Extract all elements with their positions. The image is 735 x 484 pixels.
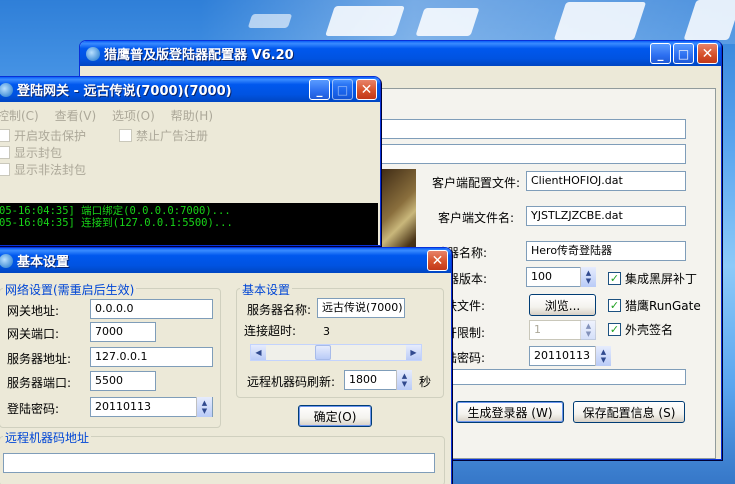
top-field-2[interactable] <box>380 144 686 164</box>
slider-thumb[interactable] <box>315 345 331 360</box>
menu-help[interactable]: 帮助(H) <box>171 109 213 123</box>
open-limit-spinner[interactable]: ▲ ▼ <box>580 320 596 340</box>
refresh-spinner[interactable]: ▲ ▼ <box>396 370 412 390</box>
server-address-input[interactable]: 127.0.0.1 <box>90 347 213 367</box>
slider-left-arrow[interactable]: ◀ <box>251 345 266 360</box>
top-field-1[interactable] <box>380 119 686 139</box>
maximize-button[interactable]: □ <box>332 79 353 100</box>
password-spinner[interactable]: ▲ ▼ <box>595 346 611 366</box>
gateway-titlebar[interactable]: 登陆网关 - 远古传说(7000)(7000) _ □ ✕ <box>0 77 380 102</box>
client-config-file-input[interactable]: ClientHOFIOJ.dat <box>526 171 686 191</box>
gateway-log: 05-16:04:35] 端口绑定(0.0.0.0:7000)... 05-16… <box>0 203 378 245</box>
menu-view[interactable]: 查看(V) <box>55 109 97 123</box>
login-password-input[interactable]: 20110113 <box>90 397 213 417</box>
password-spinner[interactable]: ▲ ▼ <box>196 397 212 417</box>
gateway-address-input[interactable]: 0.0.0.0 <box>90 299 213 319</box>
save-config-button[interactable]: 保存配置信息 (S) <box>573 401 685 423</box>
configurator-title: 猎鹰普及版登陆器配置器 V6.20 <box>104 48 294 63</box>
browse-button[interactable]: 浏览... <box>529 294 596 316</box>
refresh-unit: 秒 <box>419 375 432 389</box>
server-name-label: 服务器名称: <box>247 303 312 317</box>
server-address-label: 服务器地址: <box>7 352 72 366</box>
remote-machine-code-input[interactable] <box>3 453 435 473</box>
desktop-logo-shape <box>553 2 647 40</box>
network-settings-title: 网络设置(需重启后生效) <box>3 281 137 298</box>
server-port-label: 服务器端口: <box>7 376 72 390</box>
falcon-rungate-checkbox[interactable]: ✓ 猎鹰RunGate <box>608 297 701 314</box>
timeout-label: 连接超时: <box>244 324 297 338</box>
menu-options[interactable]: 选项(O) <box>112 109 155 123</box>
black-screen-patch-checkbox[interactable]: ✓ 集成黑屏补丁 <box>608 270 697 287</box>
settings-title: 基本设置 <box>17 255 70 270</box>
falcon-app-icon <box>0 82 13 97</box>
block-ads-checkbox[interactable]: 禁止广告注册 <box>119 127 208 144</box>
remote-machine-code-title: 远程机器码地址 <box>3 429 92 446</box>
falcon-app-icon <box>86 46 100 61</box>
client-config-file-label: 客户端配置文件: <box>432 176 521 190</box>
client-file-name-input[interactable]: YJSTLZJZCBE.dat <box>526 206 686 226</box>
launcher-name-input[interactable]: Hero传奇登陆器 <box>526 241 686 261</box>
login-password-label: 登陆密码: <box>7 402 60 416</box>
configurator-titlebar[interactable]: 猎鹰普及版登陆器配置器 V6.20 _ □ ✕ <box>80 41 721 66</box>
menu-control[interactable]: 控制(C) <box>0 109 39 123</box>
minimize-button[interactable]: _ <box>309 79 330 100</box>
gateway-window: 登陆网关 - 远古传说(7000)(7000) _ □ ✕ 控制(C) 查看(V… <box>0 76 381 246</box>
check-icon: ✓ <box>608 272 621 285</box>
settings-titlebar[interactable]: 基本设置 ✕ <box>0 248 451 273</box>
generate-launcher-button[interactable]: 生成登录器 (W) <box>456 401 564 423</box>
desktop-logo-shape <box>325 6 405 36</box>
close-button[interactable]: ✕ <box>356 79 377 100</box>
refresh-label: 远程机器码刷新: <box>247 375 336 389</box>
close-button[interactable]: ✕ <box>427 250 448 271</box>
settings-dialog: 基本设置 ✕ 网络设置(需重启后生效) 网关地址: 0.0.0.0 网关端口: … <box>0 247 452 484</box>
gateway-address-label: 网关地址: <box>7 304 60 318</box>
log-line: 05-16:04:35] 连接到(127.0.0.1:5500)... <box>0 217 233 229</box>
close-button[interactable]: ✕ <box>697 43 718 64</box>
slider-right-arrow[interactable]: ▶ <box>406 345 421 360</box>
check-icon: ✓ <box>608 299 621 312</box>
shell-sign-checkbox[interactable]: ✓ 外壳签名 <box>608 321 673 338</box>
falcon-app-icon <box>0 253 13 268</box>
client-file-name-label: 客户端文件名: <box>438 211 515 225</box>
maximize-button[interactable]: □ <box>673 43 694 64</box>
timeout-slider[interactable]: ◀ ▶ <box>250 344 422 361</box>
version-spinner[interactable]: ▲ ▼ <box>580 267 596 287</box>
log-line: 05-16:04:35] 端口绑定(0.0.0.0:7000)... <box>0 205 231 217</box>
ok-button[interactable]: 确定(O) <box>298 405 372 427</box>
gateway-title: 登陆网关 - 远古传说(7000)(7000) <box>17 84 232 99</box>
desktop-logo-shape <box>247 14 293 28</box>
server-port-input[interactable]: 5500 <box>90 371 156 391</box>
timeout-value: 3 <box>323 325 330 338</box>
desktop-logo-shape <box>415 8 480 36</box>
show-illegal-packets-checkbox[interactable]: 显示非法封包 <box>0 161 86 178</box>
check-icon: ✓ <box>608 323 621 336</box>
minimize-button[interactable]: _ <box>650 43 671 64</box>
gateway-menubar: 控制(C) 查看(V) 选项(O) 帮助(H) <box>0 107 225 124</box>
show-packets-checkbox[interactable]: 显示封包 <box>0 144 62 161</box>
gateway-port-label: 网关端口: <box>7 327 60 341</box>
gateway-port-input[interactable]: 7000 <box>90 322 156 342</box>
attack-protect-checkbox[interactable]: 开启攻击保护 <box>0 127 86 144</box>
basic-settings-title: 基本设置 <box>240 281 293 298</box>
server-name-input[interactable]: 远古传说(7000) <box>317 298 405 318</box>
